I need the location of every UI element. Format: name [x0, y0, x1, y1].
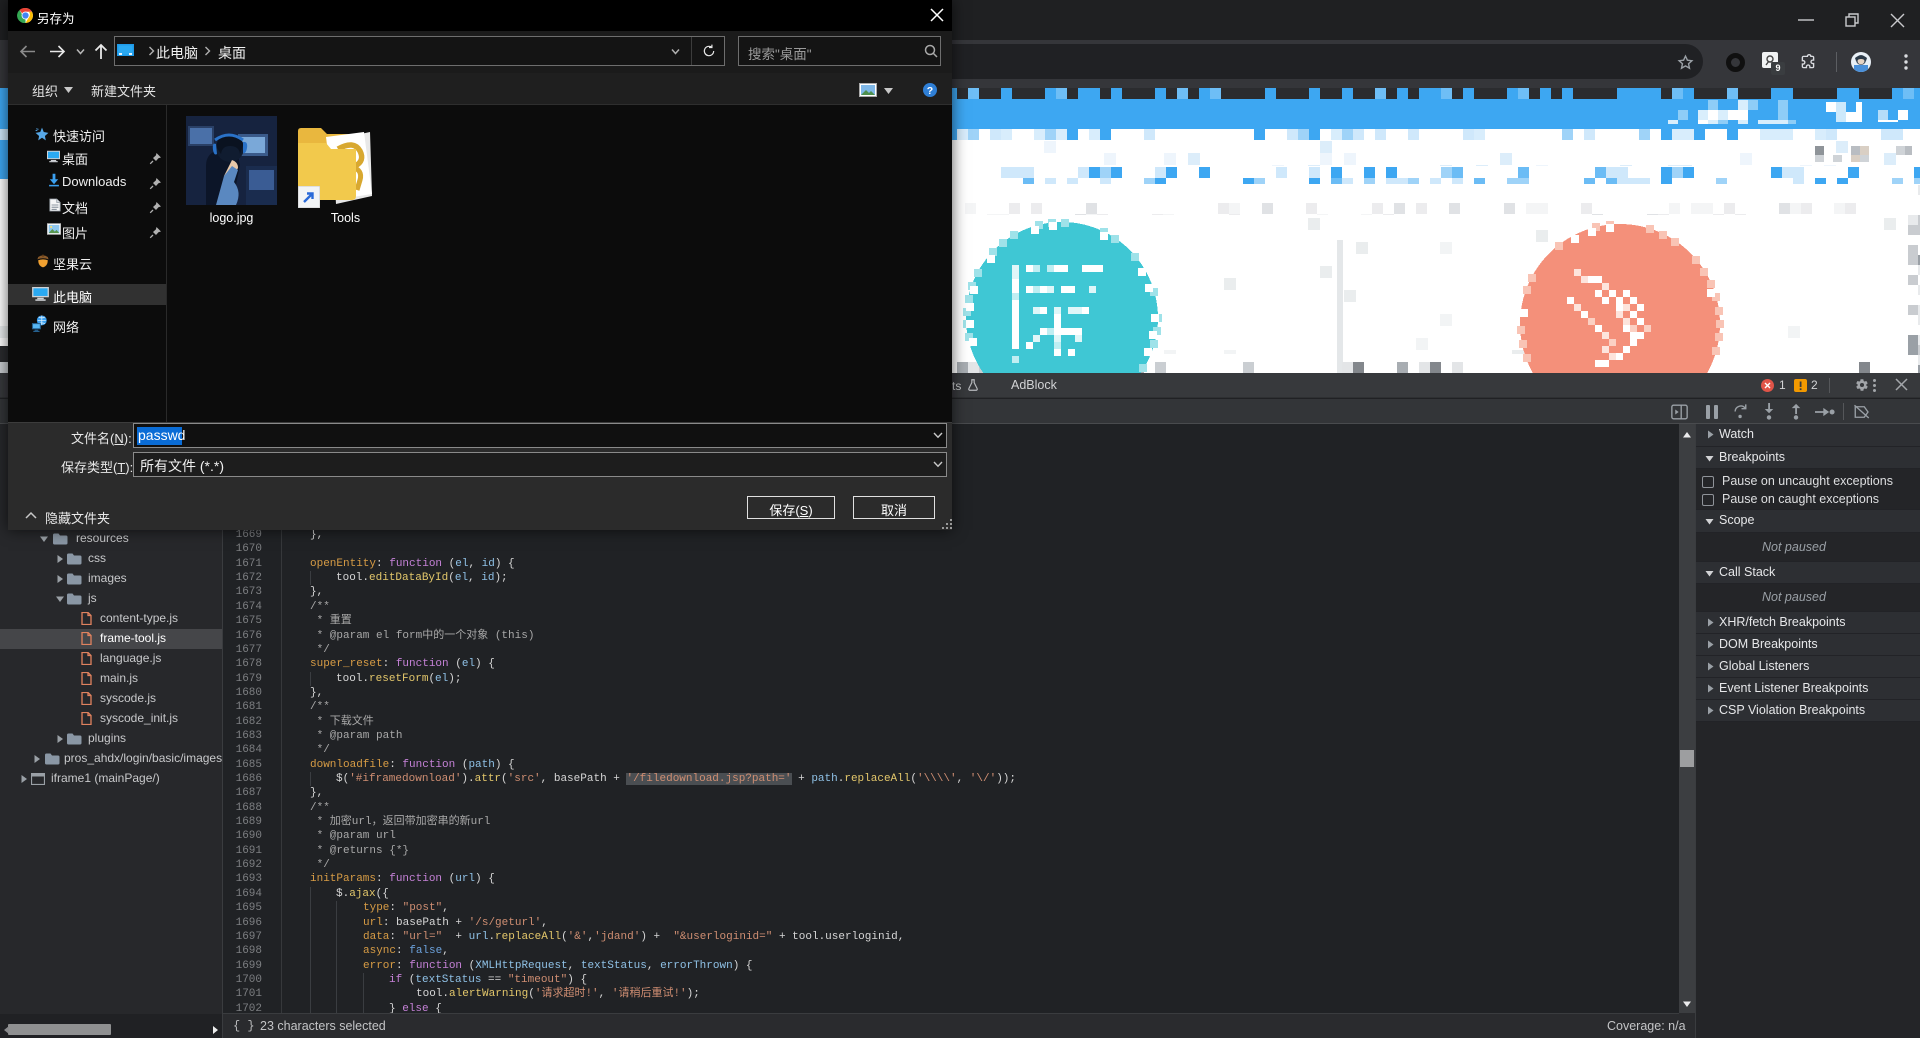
- svg-text:?: ?: [927, 85, 933, 97]
